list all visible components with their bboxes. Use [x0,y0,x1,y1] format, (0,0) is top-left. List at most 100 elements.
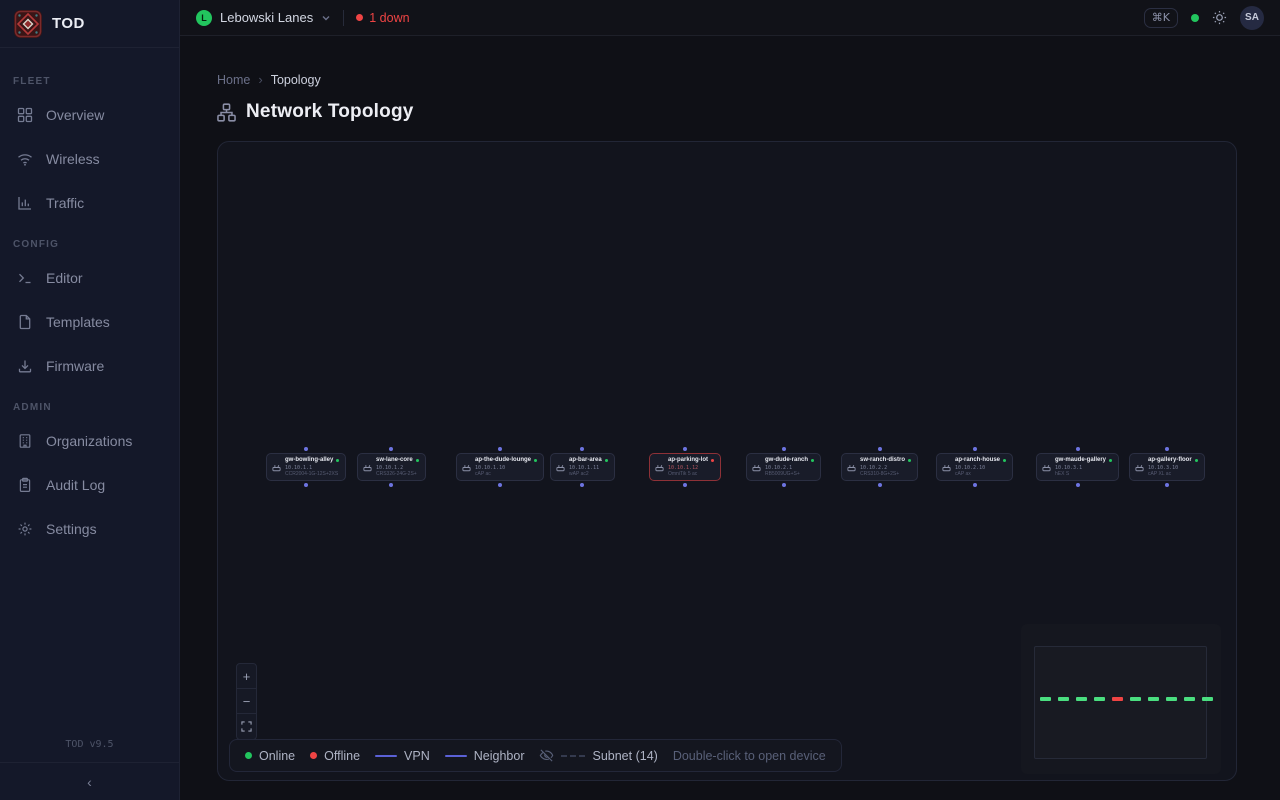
device-node[interactable]: gw-maude-gallery 10.10.3.1 hEX S [1036,453,1119,481]
node-model: hEX S [1055,471,1112,477]
sidebar-item-label: Templates [46,314,110,330]
down-alert[interactable]: 1 down [356,11,409,25]
device-node[interactable]: ap-ranch-house 10.10.2.10 cAP ax [936,453,1013,481]
node-handle-top[interactable] [580,447,584,451]
nav-section-admin: ADMIN [0,388,179,419]
node-model: CCR2004-1G-12S+2XS [285,471,339,477]
device-node[interactable]: ap-bar-area 10.10.1.11 wAP ac2 [550,453,615,481]
page-title: Network Topology [246,101,414,123]
sidebar-item[interactable]: Overview [0,93,179,137]
device-icon [752,463,761,472]
breadcrumb-home-link[interactable]: Home [217,73,250,87]
node-status-dot [711,459,714,462]
node-status-dot [605,459,608,462]
command-palette-button[interactable]: ⌘K [1144,8,1178,28]
sidebar-item[interactable]: Traffic [0,181,179,225]
eye-off-icon[interactable] [539,748,554,763]
sidebar-collapse-button[interactable]: ‹ [0,762,179,800]
sidebar-item[interactable]: Audit Log [0,463,179,507]
node-handle-bottom[interactable] [878,483,882,487]
topology-canvas[interactable]: gw-bowling-alley 10.10.1.1 CCR2004-1G-12… [217,141,1237,781]
node-handle-top[interactable] [973,447,977,451]
org-selector[interactable]: L Lebowski Lanes [196,10,331,26]
zoom-in-button[interactable]: + [237,664,256,689]
node-handle-bottom[interactable] [782,483,786,487]
org-name: Lebowski Lanes [220,10,313,25]
sidebar-item[interactable]: Settings [0,507,179,551]
minimap-node-mark [1166,697,1177,701]
title-row: Network Topology [180,87,1280,123]
online-dot-icon [245,752,252,759]
device-node[interactable]: ap-parking-lot 10.10.1.12 OmniTik 5 ac [649,453,721,481]
sidebar-item[interactable]: Organizations [0,419,179,463]
topbar: L Lebowski Lanes 1 down ⌘K SA [180,0,1280,36]
node-name: gw-bowling-alley [285,457,333,465]
device-node[interactable]: gw-dude-ranch 10.10.2.1 RB5009UG+S+ [746,453,821,481]
nav-section-fleet: FLEET [0,62,179,93]
breadcrumb-current: Topology [271,73,321,87]
user-avatar[interactable]: SA [1240,6,1264,30]
device-icon [1042,463,1051,472]
node-handle-bottom[interactable] [304,483,308,487]
sun-icon[interactable] [1212,10,1227,25]
node-handle-bottom[interactable] [1165,483,1169,487]
device-node[interactable]: ap-the-dude-lounge 10.10.1.10 cAP ac [456,453,544,481]
minimap-node-mark [1184,697,1195,701]
sidebar-item[interactable]: Firmware [0,344,179,388]
sidebar-item-label: Firmware [46,358,104,374]
node-handle-top[interactable] [389,447,393,451]
node-model: cAP ac [475,471,537,477]
legend-vpn: VPN [375,749,430,763]
node-handle-top[interactable] [1165,447,1169,451]
node-handle-top[interactable] [1076,447,1080,451]
minimap-viewport[interactable] [1034,646,1207,759]
legend-hint: Double-click to open device [673,749,826,763]
node-name: ap-the-dude-lounge [475,457,531,465]
breadcrumb: Home › Topology [180,36,1280,87]
node-handle-top[interactable] [304,447,308,451]
device-icon [363,463,372,472]
device-node[interactable]: sw-lane-core 10.10.1.2 CRS326-24G-2S+ [357,453,426,481]
node-name: sw-lane-core [376,457,413,465]
minimap[interactable] [1021,624,1221,774]
device-node[interactable]: gw-bowling-alley 10.10.1.1 CCR2004-1G-12… [266,453,346,481]
node-status-dot [1109,459,1112,462]
node-handle-top[interactable] [498,447,502,451]
node-status-dot [336,459,339,462]
node-handle-bottom[interactable] [1076,483,1080,487]
sidebar-item[interactable]: Wireless [0,137,179,181]
device-icon [1135,463,1144,472]
device-node[interactable]: ap-gallery-floor 10.10.3.10 cAP XL ac [1129,453,1205,481]
minimap-node-mark [1058,697,1069,701]
node-handle-top[interactable] [878,447,882,451]
node-handle-bottom[interactable] [389,483,393,487]
legend-subnet: Subnet (14) [539,748,657,763]
sidebar-item[interactable]: Templates [0,300,179,344]
node-name: sw-ranch-distro [860,457,905,465]
grid-icon [17,107,33,123]
minimap-node-mark [1130,697,1141,701]
device-icon [462,463,471,472]
sidebar-nav: FLEET Overview Wireless Traffic CONFIG [0,48,179,729]
minimap-node-mark [1076,697,1087,701]
node-handle-bottom[interactable] [973,483,977,487]
node-handle-bottom[interactable] [580,483,584,487]
topbar-divider [343,10,344,26]
minimap-node-mark [1040,697,1051,701]
sidebar-item-label: Audit Log [46,477,105,493]
node-handle-top[interactable] [782,447,786,451]
nav-section-config: CONFIG [0,225,179,256]
node-handle-top[interactable] [683,447,687,451]
clipboard-icon [17,477,33,493]
fit-view-button[interactable] [237,714,256,739]
minimap-node-mark [1148,697,1159,701]
node-handle-bottom[interactable] [498,483,502,487]
chevron-down-icon [321,13,331,23]
minimap-node-mark [1112,697,1123,701]
node-name: ap-bar-area [569,457,602,465]
sidebar-item[interactable]: Editor [0,256,179,300]
zoom-out-button[interactable]: − [237,689,256,714]
device-node[interactable]: sw-ranch-distro 10.10.2.2 CRS310-8G+2S+ [841,453,918,481]
node-handle-bottom[interactable] [683,483,687,487]
building-icon [17,433,33,449]
